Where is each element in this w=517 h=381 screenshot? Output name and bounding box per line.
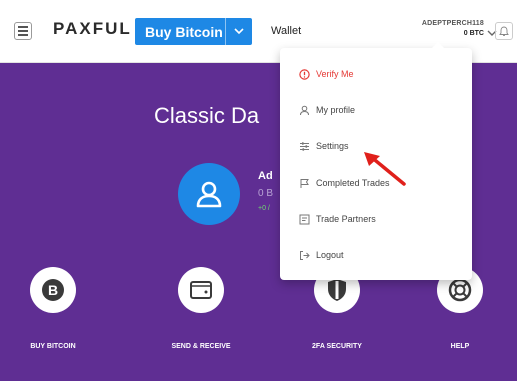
shield-icon	[328, 279, 346, 301]
menu-item-verify-me[interactable]: Verify Me	[298, 68, 354, 80]
menu-item-label: Logout	[316, 250, 344, 260]
2fa-security-action-label: 2FA SECURITY	[312, 343, 362, 350]
menu-item-settings[interactable]: Settings	[298, 140, 349, 152]
user-icon	[298, 104, 310, 116]
menu-item-my-profile[interactable]: My profile	[298, 104, 355, 116]
dashboard-title: Classic Da	[154, 103, 260, 128]
flag-icon	[298, 177, 310, 189]
menu-item-label: Settings	[316, 141, 349, 151]
notification-bell-icon[interactable]	[495, 22, 513, 40]
paxful-logo[interactable]: PAXFUL	[53, 19, 132, 39]
user-balance: 0 B	[258, 188, 274, 199]
annotation-arrow-icon	[364, 152, 406, 186]
buy-bitcoin-action-label: BUY BITCOIN	[30, 343, 76, 350]
send-receive-action[interactable]	[178, 267, 224, 313]
buy-bitcoin-label: Buy Bitcoin	[145, 23, 223, 40]
hamburger-menu-icon[interactable]	[14, 22, 32, 40]
wallet-icon	[190, 281, 212, 299]
menu-item-label: Verify Me	[316, 69, 354, 79]
bitcoin-icon: B	[42, 279, 64, 301]
send-receive-action-label: SEND & RECEIVE	[171, 343, 231, 350]
username-label: ADEPTPERCH118	[421, 20, 484, 27]
buy-bitcoin-button[interactable]: Buy Bitcoin	[135, 18, 252, 45]
buy-bitcoin-action[interactable]: B	[30, 267, 76, 313]
logout-icon	[298, 249, 310, 261]
svg-text:B: B	[48, 282, 58, 298]
menu-item-label: Trade Partners	[316, 214, 376, 224]
user-avatar[interactable]	[178, 163, 240, 225]
user-name: Ad	[258, 170, 273, 182]
menu-item-logout[interactable]: Logout	[298, 249, 344, 261]
menu-item-label: My profile	[316, 105, 356, 115]
menu-item-trade-partners[interactable]: Trade Partners	[298, 213, 376, 225]
user-account-menu[interactable]: ADEPTPERCH118 0 BTC	[370, 20, 484, 37]
user-stats: +0 /	[258, 205, 270, 212]
user-avatar-icon	[196, 181, 222, 208]
help-action-label: HELP	[450, 343, 470, 350]
alert-icon	[298, 68, 310, 80]
wallet-link[interactable]: Wallet	[271, 25, 301, 37]
user-summary: Ad 0 B +0 /	[258, 170, 273, 212]
lifebuoy-icon	[448, 278, 472, 302]
balance-label: 0 BTC	[463, 30, 484, 37]
chevron-down-icon[interactable]	[225, 18, 252, 45]
sliders-icon	[298, 140, 310, 152]
partners-icon	[298, 213, 310, 225]
